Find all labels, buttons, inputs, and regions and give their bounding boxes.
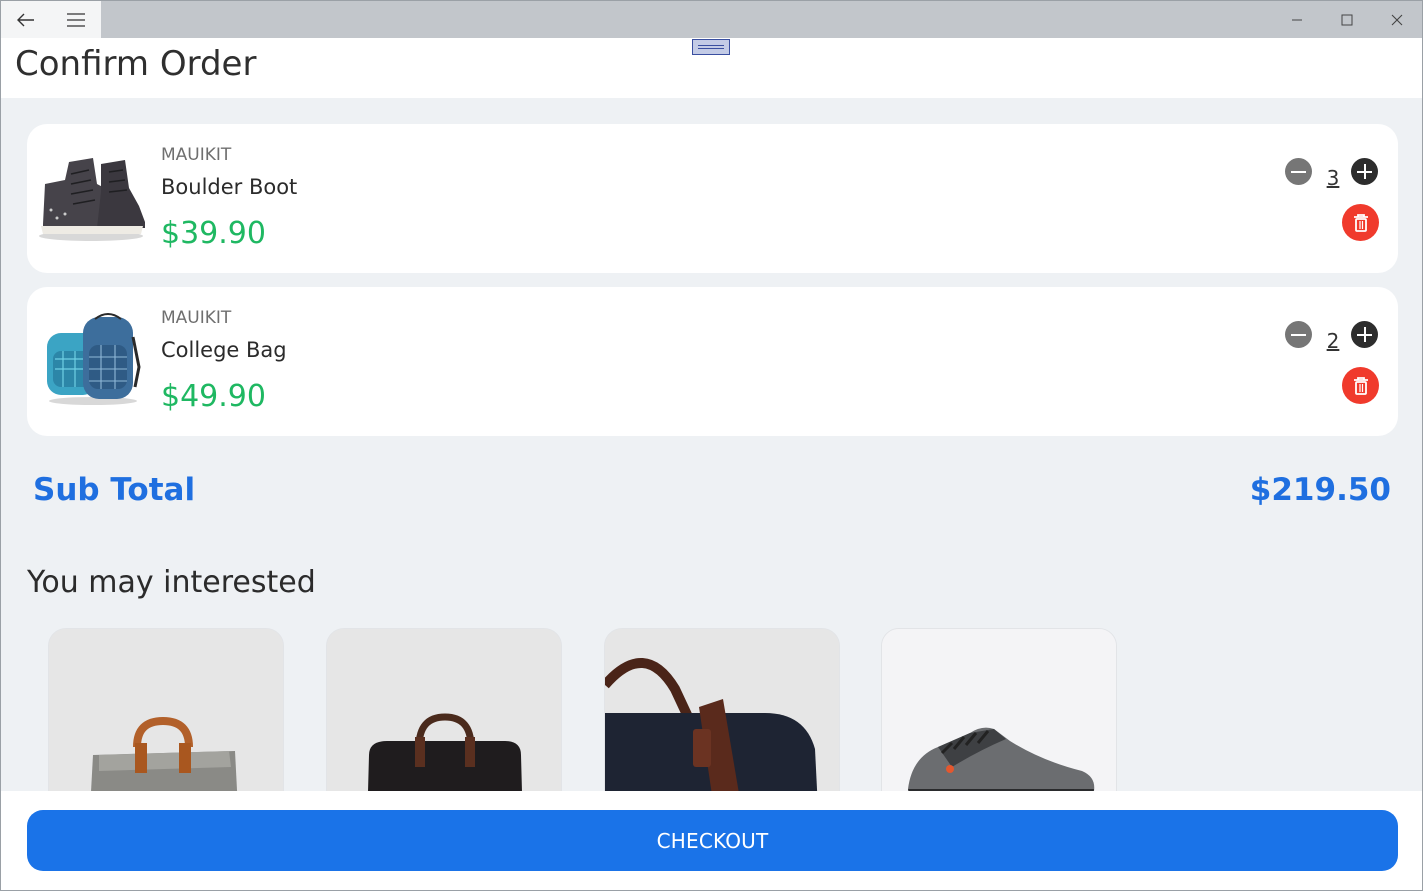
arrow-left-icon — [17, 13, 34, 26]
maximize-button[interactable] — [1322, 1, 1372, 38]
grey-tote-bag-image — [49, 629, 283, 791]
boot-image — [39, 158, 145, 241]
knit-sneaker-image — [882, 629, 1116, 791]
black-duffel-bag-image — [327, 629, 561, 791]
navy-duffel-bag-closeup-image — [605, 629, 839, 791]
minimize-button[interactable] — [1272, 1, 1322, 38]
back-button[interactable] — [1, 1, 51, 38]
menu-button[interactable] — [51, 1, 101, 38]
product-brand: MAUIKIT — [161, 145, 232, 165]
drag-grip-icon — [698, 45, 724, 49]
quantity-value: 3 — [1326, 166, 1340, 190]
product-price: $39.90 — [161, 216, 266, 251]
quantity-value: 2 — [1326, 329, 1340, 353]
product-price: $49.90 — [161, 379, 266, 414]
hamburger-menu-icon — [67, 12, 85, 27]
drag-handle[interactable] — [692, 39, 730, 55]
window-titlebar — [0, 0, 1423, 38]
trash-icon — [1353, 376, 1368, 395]
product-brand: MAUIKIT — [161, 308, 232, 328]
delete-item-button[interactable] — [1342, 367, 1379, 404]
cart-item: MAUIKIT College Bag $49.90 2 — [27, 287, 1398, 436]
page-title: Confirm Order — [15, 44, 257, 84]
cart-item: MAUIKIT Boulder Boot $39.90 3 — [27, 124, 1398, 273]
increase-quantity-button[interactable] — [1351, 158, 1378, 185]
maximize-icon — [1341, 14, 1353, 25]
recommendations-title: You may interested — [27, 565, 316, 600]
close-icon — [1391, 14, 1403, 25]
delete-item-button[interactable] — [1342, 204, 1379, 241]
subtotal-label: Sub Total — [33, 472, 196, 508]
recommended-product-card[interactable] — [48, 628, 284, 791]
main-content: MAUIKIT Boulder Boot $39.90 3 MAUIKIT Co… — [0, 98, 1423, 791]
product-name: Boulder Boot — [161, 175, 298, 199]
close-button[interactable] — [1372, 1, 1422, 38]
trash-icon — [1353, 213, 1368, 232]
product-name: College Bag — [161, 338, 287, 362]
checkout-button[interactable]: CHECKOUT — [27, 810, 1398, 871]
titlebar-nav — [1, 1, 101, 38]
page-footer: CHECKOUT — [0, 791, 1423, 891]
window-controls — [1272, 1, 1422, 38]
minimize-icon — [1292, 19, 1302, 20]
backpack-image — [47, 313, 141, 405]
increase-quantity-button[interactable] — [1351, 321, 1378, 348]
subtotal-value: $219.50 — [1249, 472, 1391, 508]
decrease-quantity-button[interactable] — [1285, 321, 1312, 348]
recommended-product-card[interactable] — [881, 628, 1117, 791]
recommended-product-card[interactable] — [604, 628, 840, 791]
recommended-product-card[interactable] — [326, 628, 562, 791]
decrease-quantity-button[interactable] — [1285, 158, 1312, 185]
